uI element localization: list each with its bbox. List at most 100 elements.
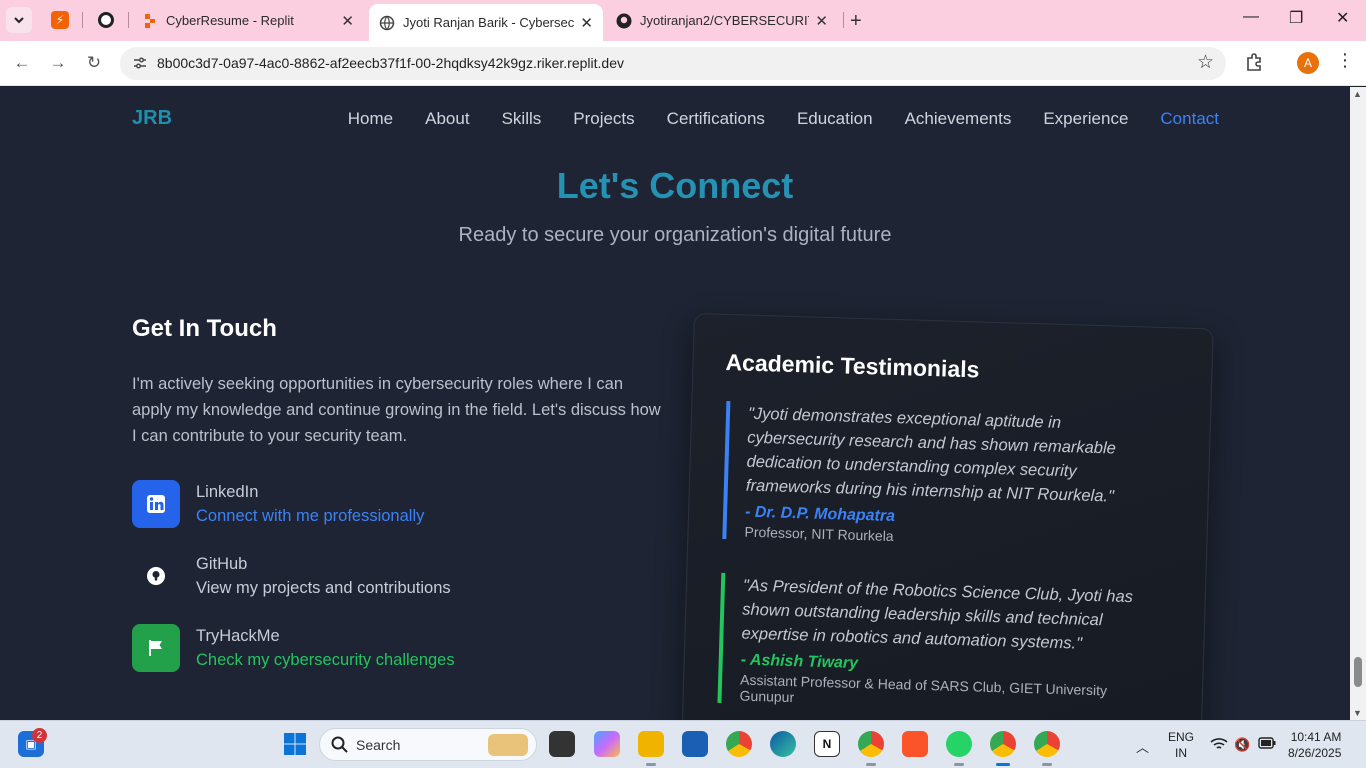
volume-muted-icon[interactable]: 🔇	[1234, 737, 1250, 753]
pinned-tab-replit[interactable]: ⚡	[49, 9, 71, 31]
copilot-icon[interactable]	[594, 731, 620, 757]
section-subtitle: Ready to secure your organization's digi…	[458, 224, 892, 246]
contact-link[interactable]: Check my cybersecurity challenges	[196, 651, 455, 670]
get-in-touch-title: Get In Touch	[132, 315, 277, 342]
profile-avatar[interactable]: A	[1297, 52, 1319, 74]
edge-icon[interactable]	[770, 731, 796, 757]
running-indicator	[954, 763, 964, 766]
tab-separator	[843, 12, 844, 28]
forward-button[interactable]: →	[46, 51, 70, 75]
more-menu-icon[interactable]: ⋮	[1336, 50, 1354, 71]
close-icon[interactable]: ✕	[580, 14, 593, 32]
contact-linkedin[interactable]: LinkedIn Connect with me professionally	[132, 480, 552, 528]
nav-link-contact[interactable]: Contact	[1160, 109, 1219, 129]
scroll-down-icon[interactable]: ▼	[1353, 708, 1362, 718]
scroll-up-icon[interactable]: ▲	[1353, 89, 1362, 99]
reload-icon: ↻	[86, 53, 102, 72]
circle-app-icon	[98, 12, 114, 28]
language-indicator[interactable]: ENG IN	[1168, 729, 1194, 761]
pinned-tab-chatgpt[interactable]	[95, 9, 117, 31]
nav-link-certifications[interactable]: Certifications	[667, 109, 765, 129]
tab-strip: ⚡ CyberResume - Replit ✕ Jyoti Ranjan Ba…	[0, 0, 1366, 41]
nav-links: Home About Skills Projects Certification…	[348, 109, 1219, 129]
browser-toolbar: ← → ↻ 8b00c3d7-0a97-4ac0-8862-af2eecb37f…	[0, 41, 1366, 86]
chrome-second-profile-icon[interactable]	[1034, 731, 1060, 757]
nav-link-home[interactable]: Home	[348, 109, 393, 129]
search-placeholder: Search	[356, 737, 401, 753]
testimonial-item: "Jyoti demonstrates exceptional aptitude…	[722, 401, 1147, 552]
testimonials-title: Academic Testimonials	[725, 348, 980, 383]
language-region: IN	[1175, 746, 1187, 760]
testimonials-card: Academic Testimonials "Jyoti demonstrate…	[680, 313, 1214, 720]
clock-time: 10:41 AM	[1290, 730, 1342, 744]
windows-taskbar: ▣ 2 Search N ︿ ENG IN 🔇 10:41 AM 8/26/20…	[0, 720, 1366, 768]
extensions-icon[interactable]	[1244, 52, 1264, 72]
language-code: ENG	[1168, 730, 1195, 744]
page-scrollbar[interactable]: ▲ ▼	[1350, 87, 1366, 720]
nav-link-about[interactable]: About	[425, 109, 469, 129]
section-title: Let's Connect	[556, 165, 794, 206]
system-clock[interactable]: 10:41 AM 8/26/2025	[1288, 729, 1341, 761]
file-explorer-icon[interactable]	[638, 731, 664, 757]
tab-github[interactable]: Jyotiranjan2/CYBERSECURITY-P ✕	[606, 4, 838, 37]
testimonial-quote: "Jyoti demonstrates exceptional aptitude…	[745, 404, 1117, 506]
wifi-icon[interactable]	[1210, 737, 1228, 754]
nav-link-projects[interactable]: Projects	[573, 109, 634, 129]
chrome-icon[interactable]	[726, 731, 752, 757]
tab-portfolio[interactable]: Jyoti Ranjan Barik - Cybersecuri ✕	[369, 4, 603, 41]
contact-tryhackme[interactable]: TryHackMe Check my cybersecurity challen…	[132, 624, 552, 672]
close-icon[interactable]: ✕	[341, 12, 354, 30]
page-viewport: JRB Home About Skills Projects Certifica…	[0, 87, 1350, 720]
windows-start-icon[interactable]	[282, 731, 308, 757]
chrome-profile-icon[interactable]	[858, 731, 884, 757]
back-button[interactable]: ←	[10, 51, 34, 75]
notion-icon[interactable]: N	[814, 731, 840, 757]
scrollbar-thumb[interactable]	[1354, 657, 1362, 687]
tray-overflow-icon[interactable]: ︿	[1136, 737, 1149, 756]
new-tab-button[interactable]: +	[850, 10, 862, 33]
contact-label: TryHackMe	[196, 627, 280, 645]
bookmark-star-icon[interactable]: ☆	[1197, 51, 1214, 74]
nav-link-education[interactable]: Education	[797, 109, 873, 129]
reload-button[interactable]: ↻	[82, 51, 106, 75]
search-highlight-icon	[488, 734, 528, 756]
site-logo[interactable]: JRB	[132, 107, 172, 130]
contact-label: GitHub	[196, 555, 248, 573]
clock-date: 8/26/2025	[1288, 746, 1342, 760]
search-icon	[331, 736, 348, 753]
replit-icon	[145, 13, 155, 28]
contact-link[interactable]: Connect with me professionally	[196, 507, 424, 526]
flag-icon	[132, 624, 180, 672]
nav-link-experience[interactable]: Experience	[1043, 109, 1128, 129]
testimonial-quote: "As President of the Robotics Science Cl…	[741, 576, 1134, 653]
store-icon[interactable]	[682, 731, 708, 757]
maximize-button[interactable]: ❐	[1289, 8, 1303, 28]
chrome-active-icon[interactable]	[990, 731, 1016, 757]
address-bar[interactable]: 8b00c3d7-0a97-4ac0-8862-af2eecb37f1f-00-…	[120, 47, 1226, 80]
arrow-left-icon: ←	[13, 53, 31, 72]
whatsapp-icon[interactable]	[946, 731, 972, 757]
close-window-button[interactable]: ✕	[1336, 8, 1349, 28]
nav-link-achievements[interactable]: Achievements	[905, 109, 1012, 129]
github-icon	[616, 13, 632, 28]
running-indicator	[646, 763, 656, 766]
task-view-icon[interactable]	[549, 731, 575, 757]
tab-title: CyberResume - Replit	[166, 13, 294, 28]
tab-cyberresume[interactable]: CyberResume - Replit ✕	[132, 4, 364, 37]
nav-link-skills[interactable]: Skills	[502, 109, 542, 129]
contact-link[interactable]: View my projects and contributions	[196, 579, 451, 598]
get-in-touch-text: I'm actively seeking opportunities in cy…	[132, 375, 661, 445]
battery-icon[interactable]	[1258, 737, 1276, 752]
site-info-icon[interactable]	[132, 55, 148, 71]
tab-separator	[82, 12, 83, 28]
taskbar-search[interactable]: Search	[319, 728, 537, 761]
running-indicator	[1042, 763, 1052, 766]
github-icon	[132, 552, 180, 600]
arrow-right-icon: →	[49, 53, 67, 72]
close-icon[interactable]: ✕	[815, 12, 828, 30]
brave-icon[interactable]	[902, 731, 928, 757]
minimize-button[interactable]: —	[1243, 8, 1259, 26]
contact-github[interactable]: GitHub View my projects and contribution…	[132, 552, 552, 600]
tab-search-button[interactable]	[6, 7, 32, 33]
chevron-down-icon	[14, 17, 24, 24]
